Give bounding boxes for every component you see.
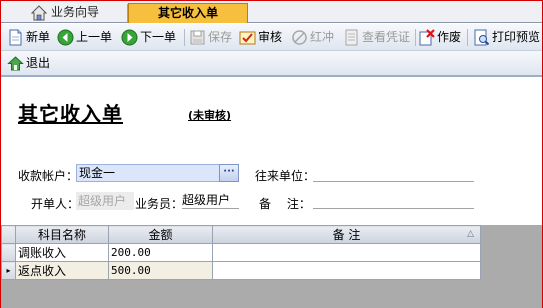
cell-amount[interactable]: 500.00 [108, 261, 213, 280]
toolbar-separator [184, 29, 185, 46]
creator-field: 超级用户 [76, 192, 134, 210]
next-label: 下一单 [140, 30, 177, 44]
void-label: 作废 [437, 30, 462, 44]
table-row[interactable]: ▸ 返点收入 500.00 [1, 261, 481, 280]
new-label: 新单 [26, 30, 51, 44]
column-header-amount[interactable]: 金额 [108, 225, 213, 244]
print-preview-icon [474, 29, 490, 46]
voucher-icon [345, 29, 358, 46]
tab-business-wizard[interactable]: 业务向导 [27, 3, 127, 23]
remark-label: 备 注： [259, 197, 311, 211]
detail-grid: 科目名称 金额 备 注 △ 调账收入 200.00 ▸ 返点收入 500.00 [1, 225, 542, 308]
detail-table: 科目名称 金额 备 注 △ 调账收入 200.00 ▸ 返点收入 500.00 [1, 225, 481, 280]
new-doc-icon [9, 29, 22, 46]
exit-button[interactable]: 退出 [7, 54, 53, 73]
main-toolbar: 新单 上一单 下一单 保存 审核 红冲 查看凭证 作废 打印预览 [1, 24, 542, 51]
reverse-label: 红冲 [310, 30, 335, 44]
document-status: (未审核) [188, 109, 232, 122]
partner-field[interactable] [313, 166, 474, 182]
toolbar-separator [467, 29, 468, 46]
cell-remark[interactable] [212, 243, 481, 262]
sort-indicator-icon: △ [467, 229, 474, 239]
salesman-label: 业务员： [135, 197, 184, 211]
prev-label: 上一单 [76, 30, 113, 44]
table-row[interactable]: 调账收入 200.00 [1, 243, 481, 262]
account-label: 收款帐户： [18, 169, 79, 183]
cell-amount[interactable]: 200.00 [108, 243, 213, 262]
document-form: 其它收入单 (未审核) 收款帐户： 现金一 ··· 往来单位： 开单人： 超级用… [1, 78, 542, 225]
column-header-remark-label: 备 注 [332, 228, 361, 242]
audit-stamp-icon [239, 31, 256, 45]
void-button[interactable]: 作废 [418, 28, 464, 47]
creator-label: 开单人： [31, 197, 80, 211]
reverse-button[interactable]: 红冲 [291, 28, 337, 47]
document-title: 其它收入单 [18, 102, 123, 126]
tab-strip: 业务向导 其它收入单 [1, 1, 542, 23]
tab-other-income[interactable]: 其它收入单 [128, 3, 248, 23]
arrow-left-icon [57, 29, 74, 46]
save-button[interactable]: 保存 [189, 28, 235, 47]
current-row-pointer-icon[interactable]: ▸ [1, 261, 16, 280]
column-header-subject[interactable]: 科目名称 [15, 225, 109, 244]
cell-remark[interactable] [212, 261, 481, 280]
salesman-field[interactable]: 超级用户 [182, 193, 239, 209]
arrow-right-icon [121, 29, 138, 46]
void-icon [419, 29, 435, 46]
tab-label: 其它收入单 [157, 6, 218, 20]
account-picker-button[interactable]: ··· [219, 164, 239, 182]
save-icon [190, 30, 205, 45]
home-icon [31, 5, 47, 21]
remark-field[interactable] [313, 193, 474, 209]
cell-subject[interactable]: 返点收入 [15, 261, 109, 280]
row-header[interactable] [1, 243, 16, 262]
exit-icon [7, 56, 24, 71]
save-label: 保存 [208, 30, 233, 44]
audit-label: 审核 [258, 30, 283, 44]
print-preview-label: 打印预览 [492, 30, 541, 44]
print-preview-button[interactable]: 打印预览 [473, 28, 542, 47]
grid-header-row: 科目名称 金额 备 注 △ [1, 225, 481, 244]
row-header-corner [1, 225, 16, 244]
new-button[interactable]: 新单 [7, 28, 53, 47]
column-header-remark[interactable]: 备 注 △ [212, 225, 481, 244]
tab-label: 业务向导 [51, 5, 100, 19]
view-voucher-label: 查看凭证 [362, 30, 411, 44]
secondary-toolbar: 退出 [1, 51, 542, 77]
partner-label: 往来单位： [255, 169, 316, 183]
exit-label: 退出 [26, 56, 51, 70]
audit-button[interactable]: 审核 [239, 28, 285, 47]
cell-subject[interactable]: 调账收入 [15, 243, 109, 262]
view-voucher-button[interactable]: 查看凭证 [343, 28, 413, 47]
next-button[interactable]: 下一单 [121, 28, 181, 47]
reverse-icon [292, 30, 307, 45]
prev-button[interactable]: 上一单 [57, 28, 117, 47]
toolbar-separator [415, 29, 416, 46]
app-window: 业务向导 其它收入单 新单 上一单 下一单 保存 审核 红冲 查看凭证 作废 打… [0, 0, 543, 308]
account-field[interactable]: 现金一 [76, 164, 239, 182]
